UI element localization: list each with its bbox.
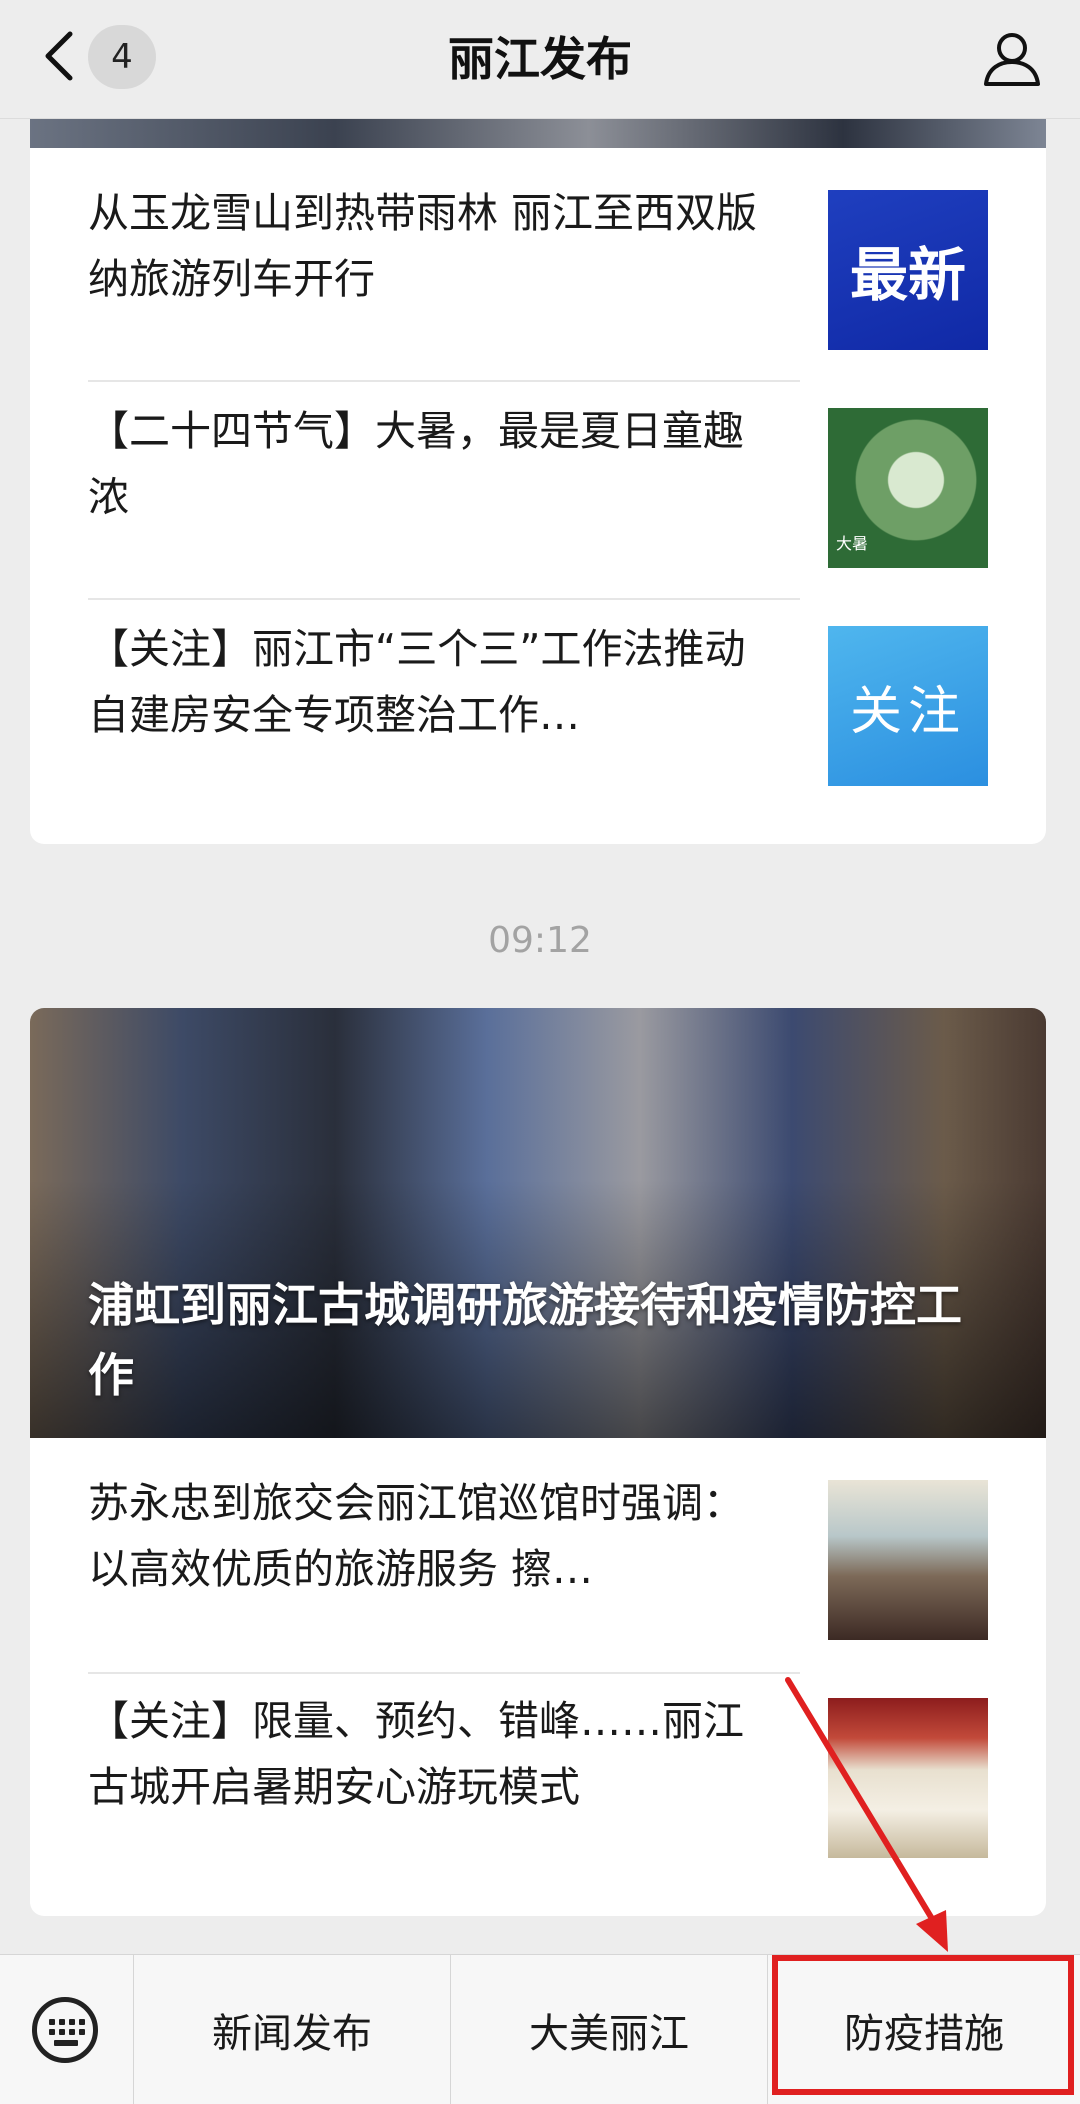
article-title: 【二十四节气】大暑，最是夏日童趣浓: [88, 407, 744, 521]
unread-count-badge[interactable]: 4: [88, 25, 156, 89]
article-thumbnail: 大暑: [828, 408, 988, 568]
thumbnail-label: 关注: [849, 681, 966, 742]
article-item[interactable]: 苏永忠到旅交会丽江馆巡馆时强调：以高效优质的旅游服务 擦…: [30, 1438, 1046, 1656]
keyboard-toggle-button[interactable]: [0, 1955, 134, 2104]
article-item[interactable]: 【关注】丽江市“三个三”工作法推动自建房安全专项整治工作… 关注: [30, 584, 1046, 802]
article-title: 从玉龙雪山到热带雨林 丽江至西双版纳旅游列车开行: [88, 189, 758, 303]
back-arrow-icon[interactable]: [40, 28, 80, 84]
message-timestamp: 09:12: [488, 920, 592, 961]
headline-banner-image[interactable]: 浦虹到丽江古城调研旅游接待和疫情防控工作: [30, 1008, 1046, 1438]
menu-beautiful-lijiang[interactable]: 大美丽江: [451, 1955, 768, 2104]
keyboard-icon: [32, 1997, 98, 2063]
thumbnail-label: 最新: [849, 241, 966, 309]
article-thumbnail: 最新: [828, 190, 988, 350]
cover-image-strip[interactable]: [30, 118, 1046, 148]
profile-icon[interactable]: [980, 26, 1044, 90]
article-item[interactable]: 从玉龙雪山到热带雨林 丽江至西双版纳旅游列车开行 最新: [30, 148, 1046, 366]
headline-title: 浦虹到丽江古城调研旅游接待和疫情防控工作: [88, 1278, 962, 1402]
article-item[interactable]: 【二十四节气】大暑，最是夏日童趣浓 大暑: [30, 366, 1046, 584]
thumbnail-label: 大暑: [836, 534, 869, 553]
article-title: 【关注】丽江市“三个三”工作法推动自建房安全专项整治工作…: [88, 625, 746, 739]
article-thumbnail: 关注: [828, 626, 988, 786]
annotation-highlight-box: [772, 1955, 1074, 2095]
account-title: 丽江发布: [448, 32, 632, 86]
menu-news-release[interactable]: 新闻发布: [134, 1955, 451, 2104]
article-thumbnail: [828, 1480, 988, 1640]
article-title: 苏永忠到旅交会丽江馆巡馆时强调：以高效优质的旅游服务 擦…: [88, 1479, 744, 1593]
article-title: 【关注】限量、预约、错峰……丽江古城开启暑期安心游玩模式: [88, 1697, 744, 1811]
chat-header: 4 丽江发布: [0, 0, 1080, 119]
annotation-arrow-icon: [785, 1677, 948, 1952]
article-group-card: 从玉龙雪山到热带雨林 丽江至西双版纳旅游列车开行 最新 【二十四节气】大暑，最是…: [30, 118, 1046, 844]
